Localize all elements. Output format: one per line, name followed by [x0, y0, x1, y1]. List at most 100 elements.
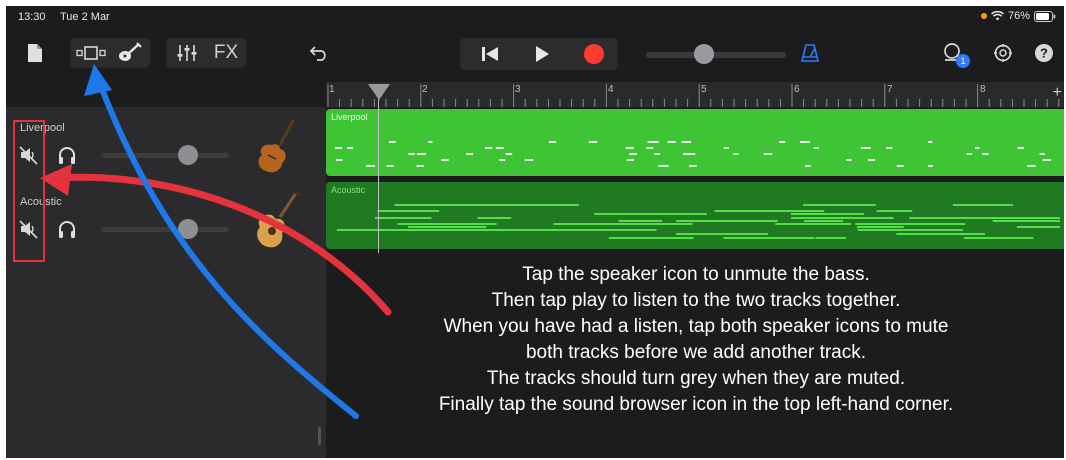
- midi-note: [548, 229, 657, 231]
- midi-note: [689, 165, 697, 167]
- headphones-icon[interactable]: [56, 144, 78, 166]
- sound-browser-button[interactable]: [74, 38, 108, 68]
- track-header-acoustic[interactable]: Acoustic: [6, 183, 326, 255]
- track-volume-knob[interactable]: [178, 145, 198, 165]
- midi-note: [730, 210, 767, 212]
- play-button[interactable]: [522, 38, 562, 70]
- headphones-icon[interactable]: [56, 218, 78, 240]
- mixer-button[interactable]: [172, 38, 202, 68]
- add-section-button[interactable]: +: [1053, 84, 1062, 102]
- battery-icon: [1034, 10, 1056, 22]
- undo-button[interactable]: [306, 38, 332, 68]
- track-volume-knob[interactable]: [178, 219, 198, 239]
- browser-view-icon: [76, 46, 106, 60]
- play-icon: [536, 46, 549, 62]
- status-date: Tue 2 Mar: [60, 11, 110, 23]
- midi-note: [676, 220, 778, 222]
- rewind-icon: [482, 47, 498, 61]
- region-liverpool[interactable]: Liverpool: [326, 109, 1064, 176]
- bar-number: 5: [701, 84, 707, 95]
- my-songs-button[interactable]: [24, 38, 46, 68]
- track-volume-slider[interactable]: [101, 153, 229, 158]
- loop-browser-button[interactable]: 1: [940, 38, 970, 68]
- midi-note: [1027, 165, 1036, 167]
- midi-note: [790, 213, 864, 215]
- midi-note: [992, 220, 1060, 222]
- midi-note: [975, 147, 980, 149]
- midi-note: [335, 147, 342, 149]
- track-volume-slider[interactable]: [101, 227, 229, 232]
- gear-icon: [994, 44, 1012, 62]
- playhead[interactable]: [368, 84, 390, 100]
- record-button[interactable]: [574, 38, 614, 70]
- timeline-ruler[interactable]: 1 2 3 4 5 6 7 8 +: [326, 82, 1064, 107]
- midi-note: [1042, 159, 1051, 161]
- mixer-fx-group: FX: [166, 38, 246, 68]
- midi-note: [862, 147, 871, 149]
- midi-note: [857, 229, 963, 231]
- midi-note: [654, 153, 660, 155]
- region-acoustic[interactable]: Acoustic: [326, 182, 1064, 249]
- midi-note: [896, 233, 985, 235]
- undo-icon: [309, 46, 326, 61]
- midi-note: [394, 204, 442, 206]
- midi-note: [928, 141, 933, 143]
- highlight-box: [13, 120, 45, 262]
- midi-note: [625, 147, 634, 149]
- fx-button[interactable]: FX: [210, 38, 242, 68]
- violin-bass-icon: [258, 115, 299, 173]
- ruler-ticks: [327, 84, 1060, 107]
- midi-note: [876, 210, 913, 212]
- midi-note: [723, 147, 729, 149]
- midi-note: [733, 153, 739, 155]
- midi-note: [868, 159, 875, 161]
- track-header-liverpool[interactable]: Liverpool: [6, 109, 326, 181]
- midi-note: [417, 153, 426, 155]
- garageband-window: 13:30 Tue 2 Mar 76% FX 1 ? Liverpool Aco…: [6, 6, 1064, 458]
- midi-note: [397, 223, 462, 225]
- playhead-line: [378, 90, 379, 253]
- midi-note: [626, 159, 634, 161]
- midi-note: [395, 229, 481, 231]
- midi-note: [644, 223, 693, 225]
- midi-note: [928, 165, 933, 167]
- midi-note: [813, 147, 819, 149]
- document-icon: [28, 44, 42, 62]
- midi-note: [629, 153, 637, 155]
- bar-number: 2: [422, 84, 428, 95]
- help-button[interactable]: ?: [1032, 38, 1056, 68]
- settings-button[interactable]: [990, 38, 1016, 68]
- toolbar: FX 1 ?: [6, 28, 1064, 84]
- view-controls-group: [70, 38, 150, 68]
- metronome-button[interactable]: [796, 38, 824, 68]
- instruction-text: Tap the speaker icon to unmute the bass.…: [336, 262, 1056, 418]
- midi-note: [428, 141, 433, 143]
- midi-note: [681, 141, 688, 143]
- instruction-line: Tap the speaker icon to unmute the bass.: [522, 264, 870, 285]
- midi-note: [966, 153, 972, 155]
- midi-note: [500, 159, 506, 161]
- instruction-line: Finally tap the sound browser icon in th…: [438, 394, 954, 415]
- master-volume-knob[interactable]: [694, 44, 714, 64]
- midi-note: [1017, 147, 1024, 149]
- midi-note: [800, 141, 806, 143]
- bar-number: 4: [608, 84, 614, 95]
- midi-note: [618, 220, 663, 222]
- go-to-beginning-button[interactable]: [470, 38, 510, 70]
- record-icon: [584, 44, 604, 64]
- midi-note: [377, 210, 440, 212]
- instrument-view-button[interactable]: [114, 38, 146, 68]
- midi-note: [846, 159, 852, 161]
- midi-note: [775, 223, 852, 225]
- status-indicators: 76%: [980, 10, 1056, 22]
- midi-note: [408, 153, 415, 155]
- midi-note: [791, 217, 894, 219]
- metronome-icon: [800, 44, 820, 62]
- midi-note: [815, 237, 846, 239]
- midi-note: [896, 165, 904, 167]
- midi-note: [884, 223, 943, 225]
- panel-scrollbar[interactable]: [318, 427, 321, 445]
- midi-note: [610, 237, 693, 239]
- midi-note: [484, 147, 493, 149]
- master-volume-slider[interactable]: [646, 52, 786, 58]
